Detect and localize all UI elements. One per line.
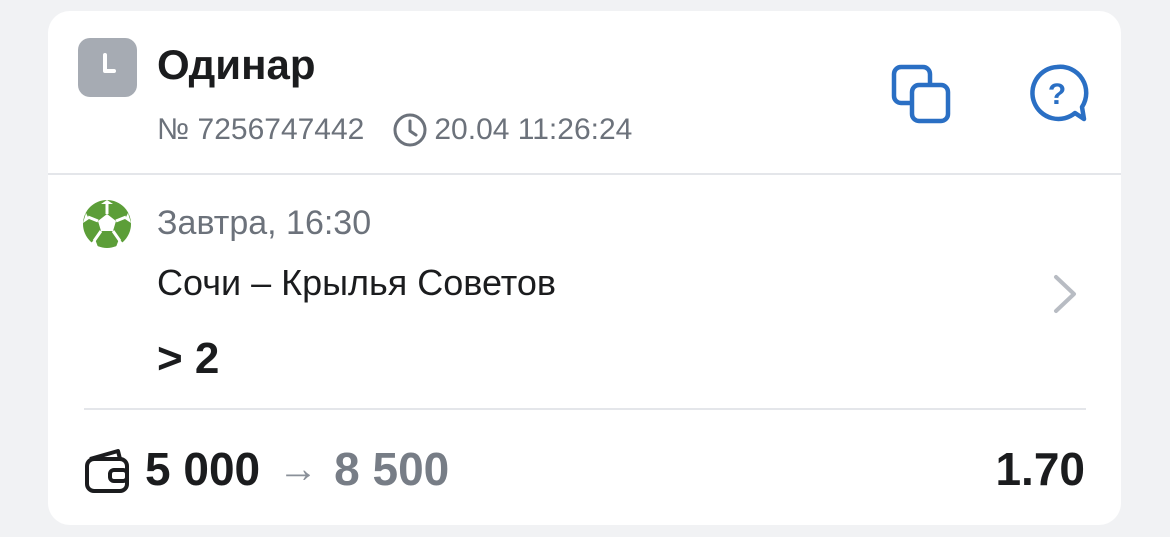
chevron-right-icon[interactable] [1046, 269, 1086, 319]
copy-icon [891, 64, 951, 124]
stake-payout: 5 000 → 8 500 [145, 439, 449, 499]
bet-status-tile [78, 38, 137, 97]
copy-button[interactable] [890, 61, 956, 127]
bet-card: Одинар № 7256747442 20.04 11:26:24 ? Зав… [48, 11, 1121, 525]
bet-outcome: > 2 [157, 334, 220, 383]
help-icon: ? [1030, 64, 1089, 122]
event-name[interactable]: Сочи – Крылья Советов [157, 261, 556, 305]
bet-number: № 7256747442 [157, 113, 365, 146]
time-clock-icon [392, 112, 428, 148]
wallet-icon [84, 447, 132, 495]
bet-type-title: Одинар [157, 41, 316, 88]
stake-amount: 5 000 [145, 443, 261, 495]
bet-datetime: 20.04 11:26:24 [434, 113, 633, 146]
odds-value: 1.70 [995, 443, 1085, 495]
arrow-right-icon: → [278, 447, 319, 491]
header-divider [48, 173, 1121, 175]
help-glyph: ? [1048, 78, 1066, 111]
bet-meta: № 7256747442 20.04 11:26:24 [157, 111, 632, 149]
help-button[interactable]: ? [1024, 61, 1090, 127]
soccer-ball-icon [82, 199, 132, 249]
clock-icon [103, 53, 116, 73]
payout-amount: 8 500 [334, 443, 450, 495]
event-divider [84, 408, 1086, 410]
event-time: Завтра, 16:30 [157, 204, 372, 242]
